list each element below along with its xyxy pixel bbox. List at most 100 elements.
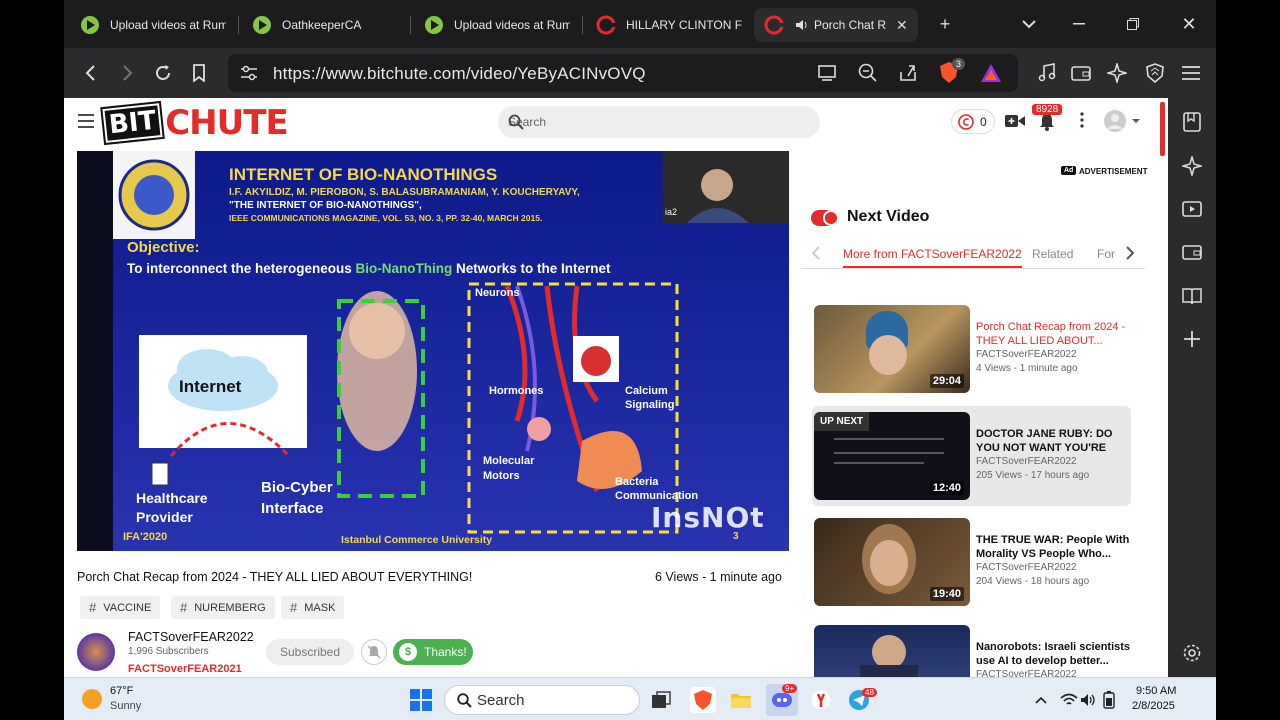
tag-chip[interactable]: # VACCINE	[80, 596, 161, 619]
autoplay-toggle[interactable]	[811, 210, 839, 226]
close-tab-icon[interactable]: ✕	[896, 17, 908, 34]
site-search-input[interactable]: Search	[498, 106, 820, 138]
brave-taskbar-icon[interactable]	[690, 687, 716, 713]
clock-time[interactable]: 9:50 AM	[1136, 685, 1176, 697]
restore-icon[interactable]	[1118, 10, 1148, 38]
forward-icon[interactable]	[114, 60, 140, 86]
card-views: 4 Views - 1 minute ago	[976, 363, 1078, 374]
reload-icon[interactable]	[150, 60, 176, 86]
card-channel[interactable]: FACTSoverFEAR2022	[976, 669, 1077, 677]
tabs-scroll-right-icon[interactable]	[1126, 246, 1135, 265]
coin-count: 0	[980, 114, 987, 129]
notifications-off-icon[interactable]	[361, 639, 387, 665]
weather-condition[interactable]: Sunny	[110, 700, 141, 712]
leo-ai-icon[interactable]	[1104, 60, 1130, 86]
more-options-icon[interactable]	[1079, 112, 1085, 133]
file-explorer-icon[interactable]	[728, 687, 754, 713]
card-title[interactable]: DOCTOR JANE RUBY: DO YOU NOT WANT YOU'RE…	[976, 427, 1132, 455]
recommended-video-card[interactable]: 19:40 THE TRUE WAR: People With Morality…	[814, 518, 1132, 618]
address-bar[interactable]: https://www.bitchute.com/video/YeByACINv…	[228, 54, 1018, 92]
taskbar-search[interactable]: Search	[444, 685, 640, 715]
card-title[interactable]: Porch Chat Recap from 2024 - THEY ALL LI…	[976, 320, 1132, 348]
music-icon[interactable]	[1034, 60, 1060, 86]
minimize-icon[interactable]	[1064, 10, 1094, 38]
tab-list-chevron-icon[interactable]	[1014, 10, 1044, 38]
add-panel-icon[interactable]	[1180, 327, 1204, 351]
tab-4-active[interactable]: Porch Chat Recap ✕	[754, 8, 918, 42]
weather-temp[interactable]: 67°F	[110, 685, 133, 697]
video-player[interactable]: INTERNET OF BIO-NANOTHINGS I.F. AKYILDIZ…	[77, 151, 789, 551]
user-menu[interactable]	[1104, 110, 1141, 132]
tab-more-from-channel[interactable]: More from FACTSoverFEAR2022	[843, 247, 1022, 268]
search-icon[interactable]	[508, 114, 802, 133]
cast-icon[interactable]	[818, 64, 838, 87]
card-channel[interactable]: FACTSoverFEAR2022	[976, 456, 1077, 467]
card-title[interactable]: Nanorobots: Israeli scientists use AI to…	[976, 640, 1132, 668]
video-thumbnail[interactable]: UP NEXT 12:40	[814, 412, 970, 500]
thanks-label: Thanks!	[424, 645, 467, 659]
bookmark-icon[interactable]	[186, 60, 212, 86]
tabs-scroll-left-icon[interactable]	[811, 246, 820, 265]
tab-2[interactable]: Upload videos at Rumble	[414, 8, 584, 42]
card-channel[interactable]: FACTSoverFEAR2022	[976, 562, 1077, 573]
vpn-icon[interactable]	[1142, 60, 1168, 86]
yandex-icon[interactable]	[808, 687, 834, 713]
clock-date[interactable]: 2/8/2025	[1132, 700, 1175, 712]
recommended-video-card[interactable]: 29:04 Porch Chat Recap from 2024 - THEY …	[814, 305, 1132, 405]
playlist-icon[interactable]	[1180, 197, 1204, 221]
site-settings-icon[interactable]	[240, 65, 258, 86]
reading-list-icon[interactable]	[1180, 110, 1204, 134]
subscribed-button[interactable]: Subscribed	[266, 639, 354, 665]
url-text[interactable]: https://www.bitchute.com/video/YeByACINv…	[273, 64, 646, 84]
settings-gear-icon[interactable]	[1180, 641, 1204, 665]
tab-for-you[interactable]: For	[1097, 247, 1115, 261]
speaker-icon[interactable]	[794, 18, 808, 32]
tab-3[interactable]: HILLARY CLINTON FEDERAL	[586, 8, 756, 42]
channel-avatar[interactable]	[77, 633, 115, 671]
notifications-bell-icon[interactable]	[1039, 113, 1055, 136]
coin-balance[interactable]: 0	[951, 109, 995, 134]
tag-chip[interactable]: # MASK	[281, 596, 345, 619]
task-view-icon[interactable]	[648, 687, 674, 713]
share-icon[interactable]	[898, 63, 918, 88]
channel-alt-link[interactable]: FACTSoverFEAR2021	[128, 663, 242, 675]
video-thumbnail[interactable]: 29:04	[814, 305, 970, 393]
channel-name[interactable]: FACTSoverFEAR2022	[128, 630, 254, 644]
ad-badge: Ad	[1061, 166, 1077, 175]
tray-chevron-up-icon[interactable]	[1028, 687, 1054, 713]
card-channel[interactable]: FACTSoverFEAR2022	[976, 349, 1077, 360]
menu-icon[interactable]	[1178, 60, 1204, 86]
hash-icon: #	[180, 600, 188, 615]
slide-authors: I.F. AKYILDIZ, M. PIEROBON, S. BALASUBRA…	[229, 187, 580, 198]
hamburger-menu-icon[interactable]	[78, 114, 94, 133]
browser-side-panel	[1168, 98, 1216, 677]
brave-rewards-icon[interactable]	[980, 63, 1002, 88]
slide-signaling: Signaling	[625, 399, 675, 411]
wallet-icon[interactable]	[1068, 60, 1094, 86]
upload-video-icon[interactable]	[1005, 113, 1025, 134]
tab-1[interactable]: OathkeeperCA	[242, 8, 412, 42]
slide-molecular: Molecular	[483, 455, 535, 467]
close-window-icon[interactable]: ✕	[1174, 10, 1204, 38]
leo-sparkle-icon[interactable]	[1180, 154, 1204, 178]
back-icon[interactable]	[78, 60, 104, 86]
bitchute-logo[interactable]: BIT CHUTE	[100, 100, 289, 146]
video-thumbnail[interactable]	[814, 625, 970, 677]
battery-icon[interactable]	[1096, 687, 1122, 713]
scrollbar-thumb[interactable]	[1160, 102, 1165, 156]
reader-mode-icon[interactable]	[1180, 284, 1204, 308]
rumble-icon	[424, 15, 444, 35]
video-thumbnail[interactable]: 19:40	[814, 518, 970, 606]
tag-chip[interactable]: # NUREMBERG	[171, 596, 275, 619]
card-title[interactable]: THE TRUE WAR: People With Morality VS Pe…	[976, 533, 1132, 561]
recommended-video-card[interactable]: Nanorobots: Israeli scientists use AI to…	[814, 625, 1132, 677]
recommended-video-card[interactable]: UP NEXT 12:40 DOCTOR JANE RUBY: DO YOU N…	[814, 412, 1132, 512]
windows-start-icon[interactable]	[408, 687, 434, 713]
tab-related[interactable]: Related	[1032, 247, 1073, 261]
wallet-panel-icon[interactable]	[1180, 240, 1204, 264]
zoom-icon[interactable]	[858, 63, 878, 88]
weather-sun-icon[interactable]	[82, 689, 102, 709]
tab-0[interactable]: Upload videos at Rumble	[70, 8, 240, 42]
new-tab-icon[interactable]: +	[930, 10, 960, 38]
thanks-button[interactable]: $ Thanks!	[393, 639, 473, 665]
